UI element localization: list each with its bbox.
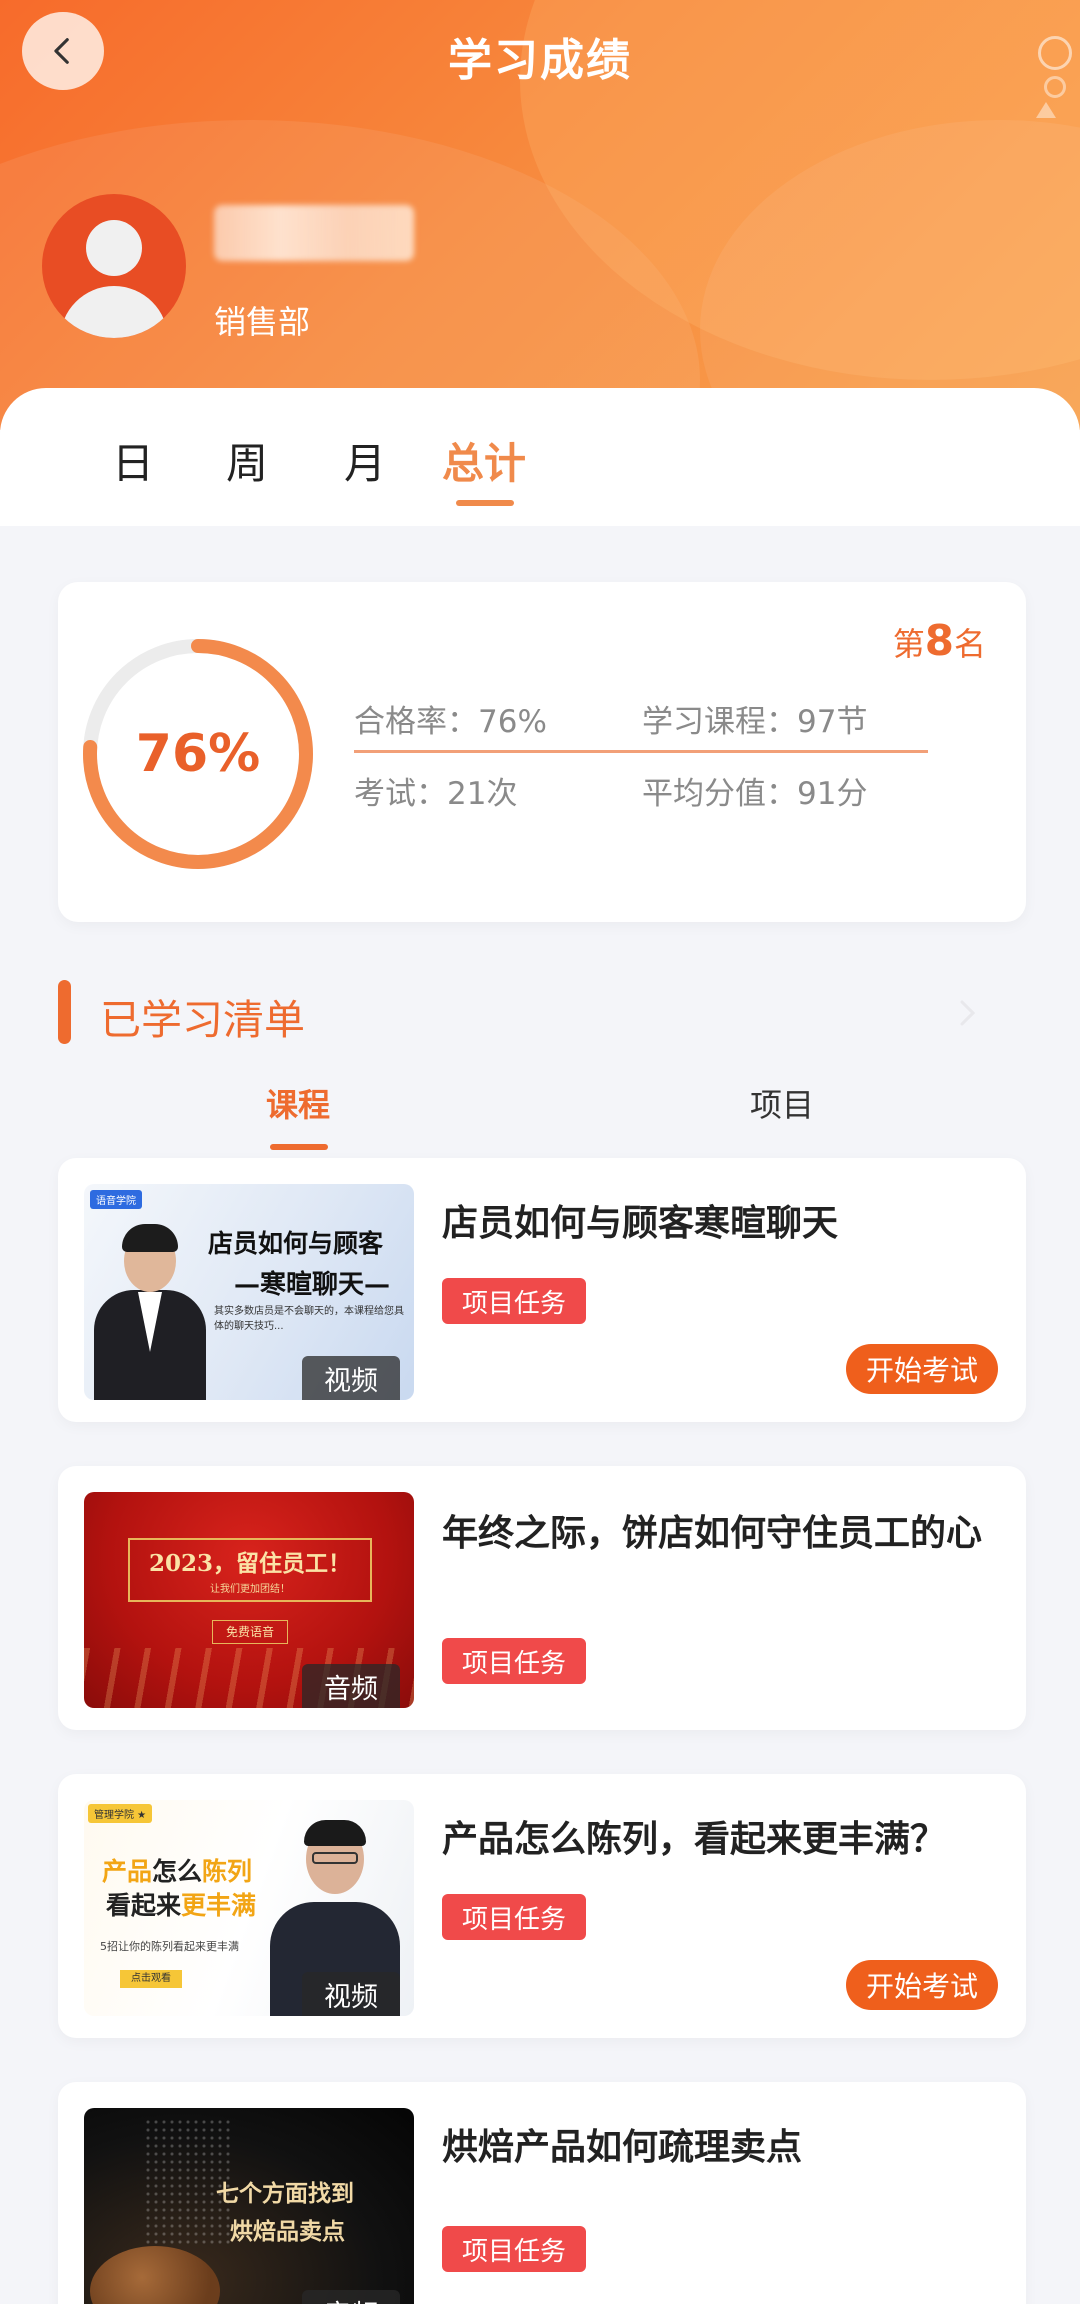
rank-prefix: 第 [892,625,925,663]
course-card[interactable]: 语音学院 店员如何与顾客 —寒暄聊天— 其实多数店员是不会聊天的，本课程给您具体… [58,1158,1026,1422]
thumb-text: 产品怎么陈列 [102,1857,253,1886]
active-list-tab-indicator [270,1144,328,1150]
stats-divider [354,750,928,753]
thumb-text: 5招让你的陈列看起来更丰满 [100,1940,239,1953]
media-type-badge: 视频 [302,1356,400,1400]
thumb-text: —寒暄聊天— [234,1270,391,1300]
period-tabs: 日 周 月 总计 [0,388,1080,526]
stat-courses: 学习课程：97节 [642,704,868,740]
stats-card: 76% 第8名 合格率：76% 学习课程：97节 考试：21次 平均分值：91分 [58,582,1026,922]
department-label: 销售部 [214,303,311,341]
rank-number: 8 [924,616,954,665]
start-exam-button[interactable]: 开始考试 [846,1960,998,2010]
tab-day[interactable]: 日 [112,430,154,491]
avatar-body [60,286,168,338]
user-name-blurred [214,205,414,261]
stat-avg-score: 平均分值：91分 [642,776,868,812]
course-title: 年终之际，饼店如何守住员工的心 [442,1513,983,1554]
course-title: 烘焙产品如何疏理卖点 [442,2127,803,2168]
tab-projects[interactable]: 项目 [750,1080,814,1126]
decor-triangle-icon [1036,102,1056,118]
rank-suffix: 名 [953,625,986,663]
tab-total[interactable]: 总计 [442,430,526,491]
chevron-right-icon[interactable] [956,998,980,1028]
thumb-text: 其实多数店员是不会聊天的，本课程给您具体的聊天技巧... [214,1306,404,1332]
course-card[interactable]: 2023，留住员工！ 让我们更加团结！ 免费语音 音频 年终之际，饼店如何守住员… [58,1466,1026,1730]
thumb-text: 点击观看 [120,1970,182,1988]
media-type-badge: 视频 [302,1972,400,2016]
thumb-badge: 管理学院 ★ [88,1804,153,1823]
course-title: 店员如何与顾客寒暄聊天 [442,1203,839,1244]
media-type-badge: 音频 [302,1664,400,1708]
section-accent-bar [58,980,71,1044]
section-title: 已学习清单 [100,996,305,1044]
course-tag: 项目任务 [442,1894,586,1940]
course-thumbnail: 2023，留住员工！ 让我们更加团结！ 免费语音 音频 [84,1492,414,1708]
thumb-text: 看起来更丰满 [106,1891,257,1920]
course-tag: 项目任务 [442,2226,586,2272]
course-thumbnail: 管理学院 ★ 产品怎么陈列 看起来更丰满 5招让你的陈列看起来更丰满 点击观看 … [84,1800,414,2016]
stat-exams: 考试：21次 [354,776,518,812]
pass-rate-percent: 76% [135,724,261,784]
tab-week[interactable]: 周 [226,430,268,491]
avatar-head [86,220,142,276]
course-card[interactable]: 七个方面找到 烘焙品卖点 音频 烘焙产品如何疏理卖点 项目任务 [58,2082,1026,2304]
course-thumbnail: 七个方面找到 烘焙品卖点 音频 [84,2108,414,2304]
tab-courses[interactable]: 课程 [266,1080,330,1126]
presenter-image [94,1224,206,1400]
start-exam-button[interactable]: 开始考试 [846,1344,998,1394]
thumb-text: 免费语音 [212,1620,288,1644]
thumb-text: 2023，留住员工！ [148,1550,351,1577]
course-title: 产品怎么陈列，看起来更丰满？ [442,1819,947,1860]
course-card[interactable]: 管理学院 ★ 产品怎么陈列 看起来更丰满 5招让你的陈列看起来更丰满 点击观看 … [58,1774,1026,2038]
thumb-text: 店员如何与顾客 [208,1229,384,1258]
thumb-badge: 语音学院 [90,1190,142,1209]
course-tag: 项目任务 [442,1278,586,1324]
thumb-text: 烘焙品卖点 [230,2218,345,2245]
thumb-text: 让我们更加团结！ [210,1584,290,1595]
course-thumbnail: 语音学院 店员如何与顾客 —寒暄聊天— 其实多数店员是不会聊天的，本课程给您具体… [84,1184,414,1400]
thumb-text: 七个方面找到 [216,2180,354,2207]
tab-month[interactable]: 月 [344,430,386,491]
media-type-badge: 音频 [302,2290,400,2304]
course-tag: 项目任务 [442,1638,586,1684]
page-title: 学习成绩 [448,35,632,86]
bread-image [90,2246,220,2304]
profile-header: 学习成绩 销售部 [0,0,1080,430]
stat-pass-rate: 合格率：76% [354,704,547,740]
rank-label: 第8名 [893,616,986,665]
active-tab-indicator [456,500,514,506]
avatar[interactable] [42,194,186,338]
